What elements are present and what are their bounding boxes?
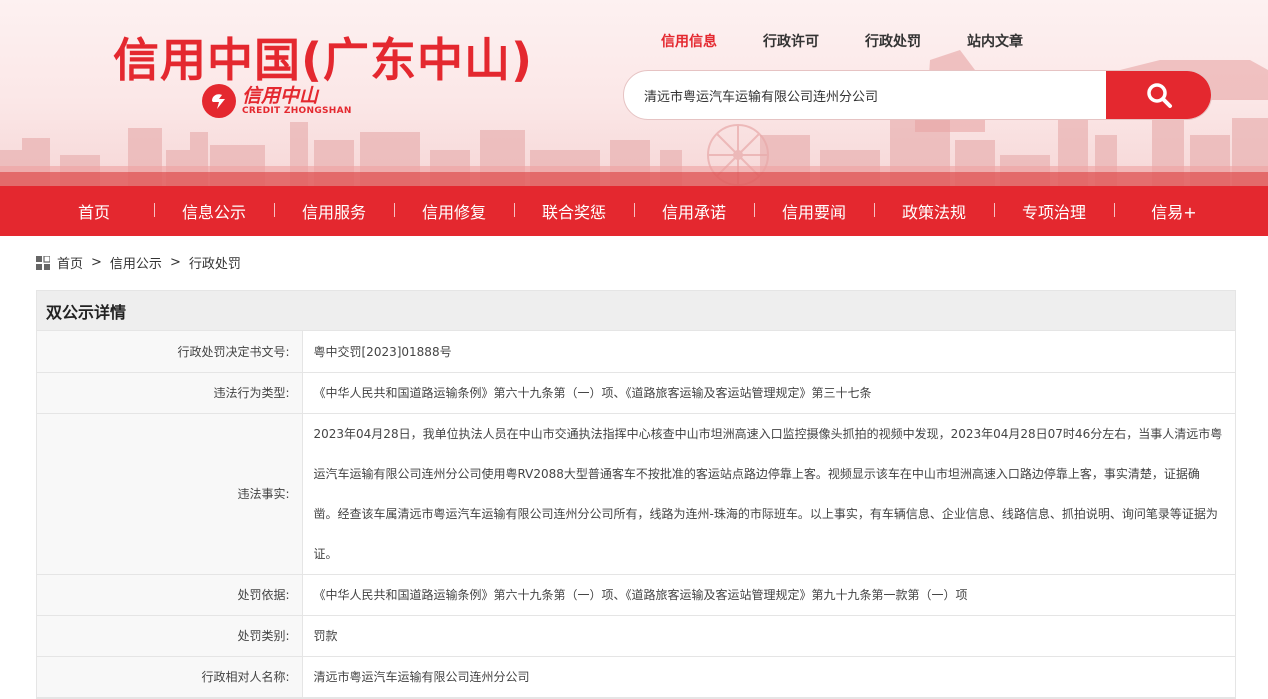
table-row: 行政处罚决定书文号: 粤中交罚[2023]01888号: [37, 331, 1235, 373]
top-link-credit-info[interactable]: 信用信息: [661, 31, 717, 51]
breadcrumb: 首页 > 信用公示 > 行政处罚: [36, 253, 241, 272]
breadcrumb-separator: >: [169, 255, 181, 270]
nav-item-credit-service[interactable]: 信用服务: [274, 199, 394, 223]
table-row: 处罚依据: 《中华人民共和国道路运输条例》第六十九条第（一）项、《道路旅客运输及…: [37, 574, 1235, 616]
search-button[interactable]: [1106, 71, 1211, 119]
nav-item-xinyi-plus[interactable]: 信易+: [1114, 199, 1234, 223]
nav-item-info-publicity[interactable]: 信息公示: [154, 199, 274, 223]
field-value-violation-facts: 2023年04月28日，我单位执法人员在中山市交通执法指挥中心核查中山市坦洲高速…: [302, 413, 1235, 575]
nav-item-joint-reward-punishment[interactable]: 联合奖惩: [514, 199, 634, 223]
field-label-decision-number: 行政处罚决定书文号:: [37, 331, 303, 373]
detail-panel-title: 双公示详情: [37, 291, 1235, 331]
breadcrumb-credit-publicity[interactable]: 信用公示: [110, 253, 162, 272]
field-label-counterparty-name: 行政相对人名称:: [37, 656, 303, 698]
logo-english-text: CREDIT ZHONGSHAN: [242, 106, 352, 116]
top-links: 信用信息 行政许可 行政处罚 站内文章: [661, 31, 1069, 51]
site-logo[interactable]: 信用中山 CREDIT ZHONGSHAN: [202, 84, 352, 118]
field-value-counterparty-name: 清远市粤运汽车运输有限公司连州分公司: [302, 656, 1235, 698]
field-label-penalty-basis: 处罚依据:: [37, 574, 303, 616]
field-value-decision-number: 粤中交罚[2023]01888号: [302, 331, 1235, 373]
nav-item-policy-regulations[interactable]: 政策法规: [874, 199, 994, 223]
detail-panel: 双公示详情 行政处罚决定书文号: 粤中交罚[2023]01888号 违法行为类型…: [36, 290, 1236, 699]
nav-item-credit-repair[interactable]: 信用修复: [394, 199, 514, 223]
top-link-admin-license[interactable]: 行政许可: [763, 31, 819, 51]
nav-item-credit-commitment[interactable]: 信用承诺: [634, 199, 754, 223]
logo-chinese-text: 信用中山: [242, 85, 319, 107]
search-bar: [623, 70, 1212, 120]
table-row: 处罚类别: 罚款: [37, 615, 1235, 657]
site-header: 信用中国(广东中山) 信用中山 CREDIT ZHONGSHAN 信用信息 行政…: [0, 0, 1268, 186]
breadcrumb-admin-penalty[interactable]: 行政处罚: [189, 253, 241, 272]
search-input[interactable]: [624, 71, 1106, 119]
field-value-penalty-basis: 《中华人民共和国道路运输条例》第六十九条第（一）项、《道路旅客运输及客运站管理规…: [302, 574, 1235, 616]
table-row: 行政相对人名称: 清远市粤运汽车运输有限公司连州分公司: [37, 656, 1235, 698]
top-link-site-articles[interactable]: 站内文章: [967, 31, 1023, 51]
field-label-violation-facts: 违法事实:: [37, 413, 303, 575]
nav-item-home[interactable]: 首页: [34, 199, 154, 223]
field-value-violation-type: 《中华人民共和国道路运输条例》第六十九条第（一）项、《道路旅客运输及客运站管理规…: [302, 372, 1235, 414]
table-row: 违法事实: 2023年04月28日，我单位执法人员在中山市交通执法指挥中心核查中…: [37, 413, 1235, 575]
table-row: 违法行为类型: 《中华人民共和国道路运输条例》第六十九条第（一）项、《道路旅客运…: [37, 372, 1235, 414]
breadcrumb-home[interactable]: 首页: [57, 253, 83, 272]
logo-emblem-icon: [202, 84, 236, 118]
detail-table: 行政处罚决定书文号: 粤中交罚[2023]01888号 违法行为类型: 《中华人…: [37, 331, 1235, 698]
field-value-penalty-category: 罚款: [302, 615, 1235, 657]
nav-item-special-governance[interactable]: 专项治理: [994, 199, 1114, 223]
nav-item-credit-news[interactable]: 信用要闻: [754, 199, 874, 223]
search-icon: [1146, 83, 1172, 108]
field-label-penalty-category: 处罚类别:: [37, 615, 303, 657]
breadcrumb-separator: >: [91, 255, 102, 270]
site-title: 信用中国(广东中山): [113, 33, 534, 87]
main-nav: 首页 信息公示 信用服务 信用修复 联合奖惩 信用承诺 信用要闻 政策法规 专项…: [0, 186, 1268, 236]
field-label-violation-type: 违法行为类型:: [37, 372, 303, 414]
top-link-admin-penalty[interactable]: 行政处罚: [865, 31, 921, 51]
grid-icon: [36, 255, 50, 270]
